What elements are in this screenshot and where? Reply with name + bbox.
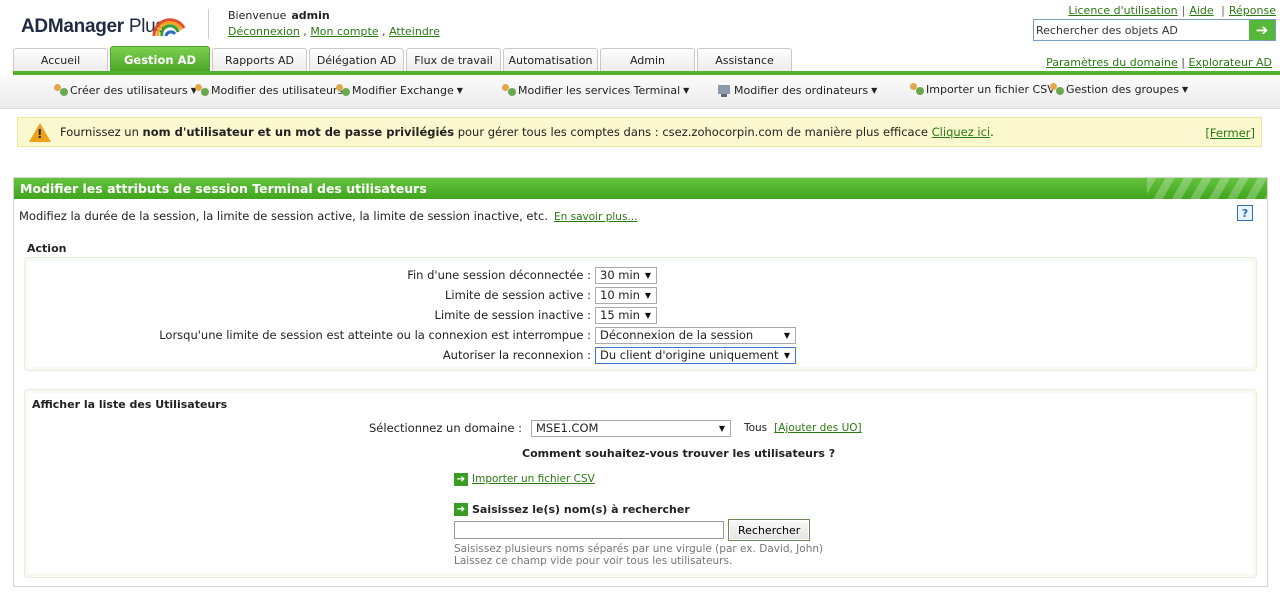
import-csv-option[interactable]: ➔ Importer un fichier CSV <box>454 470 595 488</box>
user-names-input[interactable] <box>454 521 724 539</box>
users-icon <box>500 83 517 97</box>
search-go-button[interactable]: ➔ <box>1249 20 1275 40</box>
users-list-label: Afficher la liste des Utilisateurs <box>32 398 228 411</box>
privilege-notice: Fournissez un nom d'utilisateur et un mo… <box>17 117 1262 147</box>
search-row: Rechercher <box>454 518 811 542</box>
find-users-question: Comment souhaitez-vous trouver les utili… <box>522 447 836 460</box>
disconnected-session-select[interactable]: 30 min ▼ <box>595 266 657 284</box>
close-notice-link[interactable]: [Fermer] <box>1205 126 1255 140</box>
ad-explorer-link[interactable]: Explorateur AD <box>1188 56 1272 69</box>
domain-links: Paramètres du domaine | Explorateur AD <box>1046 56 1272 69</box>
response-link[interactable]: Réponse <box>1229 4 1276 17</box>
users-icon <box>193 83 210 97</box>
hint-empty-field: Laissez ce champ vide pour voir tous les… <box>454 555 733 567</box>
logo-arc-icon <box>152 18 186 37</box>
caret-down-icon: ▼ <box>683 85 690 95</box>
notice-text: Fournissez un nom d'utilisateur et un mo… <box>60 125 994 139</box>
action-label: Action <box>27 242 67 255</box>
username: admin <box>291 9 330 22</box>
top-links: Licence d'utilisation | Aide | Réponse <box>1068 4 1276 17</box>
domain-select[interactable]: MSE1.COM ▼ <box>530 419 731 437</box>
tab-rapports-ad[interactable]: Rapports AD <box>212 48 307 72</box>
row-domain: Sélectionnez un domaine : MSE1.COM ▼ Tous… <box>369 419 862 437</box>
tab-automatisation[interactable]: Automatisation <box>503 48 598 72</box>
toolbar-group-management[interactable]: Gestion des groupes ▼ <box>1048 82 1188 96</box>
account-links: Déconnexion , Mon compte , Atteindre <box>228 25 440 38</box>
add-ou-link[interactable]: [Ajouter des UO] <box>774 422 862 434</box>
tab-accueil[interactable]: Accueil <box>13 48 108 72</box>
tab-admin[interactable]: Admin <box>600 48 695 72</box>
header-divider <box>208 9 209 39</box>
toolbar-modify-users[interactable]: Modifier des utilisateurs <box>193 83 343 97</box>
logout-link[interactable]: Déconnexion <box>228 25 300 38</box>
dropdown-arrow-icon: ▼ <box>718 423 725 433</box>
toolbar-import-csv[interactable]: Importer un fichier CSV <box>908 82 1055 96</box>
domain-settings-link[interactable]: Paramètres du domaine <box>1046 56 1178 69</box>
csv-icon <box>908 82 925 96</box>
warning-icon <box>29 122 51 142</box>
all-label: Tous <box>743 422 768 434</box>
toolbar-modify-computers[interactable]: Modifier des ordinateurs ▼ <box>716 83 877 97</box>
row-idle-session: Limite de session inactive : 15 min ▼ <box>14 306 657 324</box>
main-tabs: Accueil Gestion AD Rapports AD Délégatio… <box>13 46 794 72</box>
tab-gestion-ad[interactable]: Gestion AD <box>110 46 210 72</box>
computer-icon <box>716 83 733 97</box>
idle-session-select[interactable]: 15 min ▼ <box>595 306 657 324</box>
dropdown-arrow-icon: ▼ <box>644 310 651 320</box>
my-account-link[interactable]: Mon compte <box>310 25 378 38</box>
arrow-right-icon: ➔ <box>1255 21 1269 39</box>
dropdown-arrow-icon: ▼ <box>644 290 651 300</box>
hint-multiple-names: Saisissez plusieurs noms séparés par une… <box>454 543 824 555</box>
caret-down-icon: ▼ <box>456 85 463 95</box>
welcome-text: Bienvenue admin <box>228 9 330 22</box>
users-icon <box>52 83 69 97</box>
limit-reached-select[interactable]: Déconnexion de la session ▼ <box>595 326 796 344</box>
toolbar-modify-terminal[interactable]: Modifier les services Terminal ▼ <box>500 83 689 97</box>
click-here-link[interactable]: Cliquez ici <box>932 125 991 139</box>
dropdown-arrow-icon: ▼ <box>644 270 651 280</box>
panel-title: Modifier les attributs de session Termin… <box>14 178 1267 199</box>
ad-search-input[interactable] <box>1034 20 1249 40</box>
help-icon[interactable]: ? <box>1237 205 1253 221</box>
exchange-icon <box>334 83 351 97</box>
tab-assistance[interactable]: Assistance <box>697 48 792 72</box>
row-disconnected-session: Fin d'une session déconnectée : 30 min ▼ <box>14 266 657 284</box>
license-link[interactable]: Licence d'utilisation <box>1068 4 1177 17</box>
import-csv-link[interactable]: Importer un fichier CSV <box>472 473 595 485</box>
tab-delegation-ad[interactable]: Délégation AD <box>309 48 404 72</box>
caret-down-icon: ▼ <box>871 85 878 95</box>
toolbar-create-users[interactable]: Créer des utilisateurs ▼ <box>52 83 197 97</box>
reconnection-select[interactable]: Du client d'origine uniquement ▼ <box>595 346 796 364</box>
group-icon <box>1048 82 1065 96</box>
ad-search: ➔ <box>1033 19 1276 41</box>
dropdown-arrow-icon: ▼ <box>783 350 790 360</box>
arrow-right-icon: ➔ <box>454 472 468 486</box>
row-limit-reached: Lorsqu'une limite de session est atteint… <box>14 326 796 344</box>
enter-names-option: ➔ Saisissez le(s) nom(s) à rechercher <box>454 500 690 518</box>
caret-down-icon: ▼ <box>1182 84 1189 94</box>
toolbar-modify-exchange[interactable]: Modifier Exchange ▼ <box>334 83 463 97</box>
header: ADManager Plus Bienvenue admin Déconnexio… <box>0 0 1280 47</box>
row-reconnection: Autoriser la reconnexion : Du client d'o… <box>14 346 796 364</box>
help-link[interactable]: Aide <box>1189 4 1213 17</box>
app-logo[interactable]: ADManager Plus <box>21 16 165 38</box>
goto-link[interactable]: Atteindre <box>389 25 440 38</box>
toolbar: Créer des utilisateurs ▼ Modifier des uti… <box>0 75 1280 109</box>
arrow-right-icon: ➔ <box>454 502 468 516</box>
tab-flux-de-travail[interactable]: Flux de travail <box>406 48 501 72</box>
dropdown-arrow-icon: ▼ <box>783 330 790 340</box>
terminal-session-panel: Modifier les attributs de session Termin… <box>13 177 1268 587</box>
learn-more-link[interactable]: En savoir plus... <box>554 211 637 223</box>
search-button[interactable]: Rechercher <box>728 519 811 541</box>
row-active-session: Limite de session active : 10 min ▼ <box>14 286 657 304</box>
active-session-select[interactable]: 10 min ▼ <box>595 286 657 304</box>
panel-description: Modifiez la durée de la session, la limi… <box>19 209 638 223</box>
